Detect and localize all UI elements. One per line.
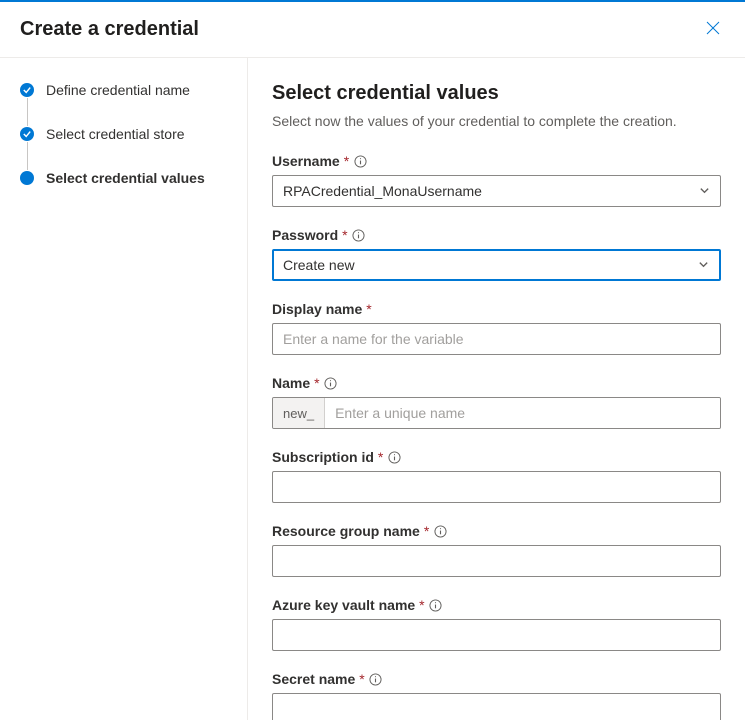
label-text: Resource group name	[272, 523, 420, 539]
field-name: Name * new_	[272, 375, 721, 429]
field-label: Display name *	[272, 301, 721, 317]
field-label: Azure key vault name *	[272, 597, 721, 613]
label-text: Username	[272, 153, 340, 169]
info-icon[interactable]	[352, 228, 366, 242]
required-asterisk: *	[359, 671, 364, 687]
select-value: Create new	[283, 257, 355, 273]
field-resource-group: Resource group name *	[272, 523, 721, 577]
step-define-credential-name[interactable]: Define credential name	[20, 82, 227, 98]
current-step-icon	[20, 171, 34, 185]
secret-name-input[interactable]	[272, 693, 721, 720]
step-label: Select credential store	[46, 126, 185, 142]
info-icon[interactable]	[433, 524, 447, 538]
chevron-down-icon	[699, 183, 710, 199]
field-label: Name *	[272, 375, 721, 391]
info-icon[interactable]	[429, 598, 443, 612]
modal-title: Create a credential	[20, 18, 199, 41]
field-username: Username * RPACredential_MonaUsername	[272, 153, 721, 207]
step-connector	[27, 142, 28, 170]
field-label: Secret name *	[272, 671, 721, 687]
label-text: Azure key vault name	[272, 597, 415, 613]
name-prefix: new_	[273, 398, 325, 428]
field-display-name: Display name *	[272, 301, 721, 355]
step-select-credential-store[interactable]: Select credential store	[20, 126, 227, 142]
step-label: Select credential values	[46, 170, 205, 186]
wizard-steps-sidebar: Define credential name Select credential…	[0, 58, 248, 720]
info-icon[interactable]	[387, 450, 401, 464]
close-icon	[705, 20, 721, 39]
label-text: Secret name	[272, 671, 355, 687]
required-asterisk: *	[419, 597, 424, 613]
required-asterisk: *	[424, 523, 429, 539]
checkmark-icon	[20, 127, 34, 141]
username-select[interactable]: RPACredential_MonaUsername	[272, 175, 721, 207]
required-asterisk: *	[378, 449, 383, 465]
name-input[interactable]	[325, 398, 720, 428]
main-panel: Select credential values Select now the …	[248, 58, 745, 720]
required-asterisk: *	[344, 153, 349, 169]
label-text: Name	[272, 375, 310, 391]
label-text: Subscription id	[272, 449, 374, 465]
required-asterisk: *	[366, 301, 371, 317]
subscription-id-input[interactable]	[272, 471, 721, 503]
info-icon[interactable]	[369, 672, 383, 686]
chevron-down-icon	[698, 257, 709, 273]
name-input-group: new_	[272, 397, 721, 429]
field-label: Password *	[272, 227, 721, 243]
page-title: Select credential values	[272, 82, 721, 105]
close-button[interactable]	[701, 16, 725, 43]
info-icon[interactable]	[353, 154, 367, 168]
checkmark-icon	[20, 83, 34, 97]
field-label: Resource group name *	[272, 523, 721, 539]
step-select-credential-values[interactable]: Select credential values	[20, 170, 227, 186]
display-name-input[interactable]	[272, 323, 721, 355]
field-label: Subscription id *	[272, 449, 721, 465]
label-text: Display name	[272, 301, 362, 317]
password-select[interactable]: Create new	[272, 249, 721, 281]
vault-name-input[interactable]	[272, 619, 721, 651]
info-icon[interactable]	[324, 376, 338, 390]
required-asterisk: *	[314, 375, 319, 391]
step-connector	[27, 98, 28, 126]
field-vault-name: Azure key vault name *	[272, 597, 721, 651]
select-value: RPACredential_MonaUsername	[283, 183, 482, 199]
required-asterisk: *	[342, 227, 347, 243]
steps-list: Define credential name Select credential…	[20, 82, 227, 186]
field-secret-name: Secret name *	[272, 671, 721, 720]
create-credential-modal: Create a credential Define credential na…	[0, 0, 745, 720]
field-password: Password * Create new	[272, 227, 721, 281]
page-description: Select now the values of your credential…	[272, 113, 721, 129]
field-label: Username *	[272, 153, 721, 169]
field-subscription-id: Subscription id *	[272, 449, 721, 503]
modal-header: Create a credential	[0, 2, 745, 58]
resource-group-input[interactable]	[272, 545, 721, 577]
label-text: Password	[272, 227, 338, 243]
modal-body: Define credential name Select credential…	[0, 58, 745, 720]
step-label: Define credential name	[46, 82, 190, 98]
